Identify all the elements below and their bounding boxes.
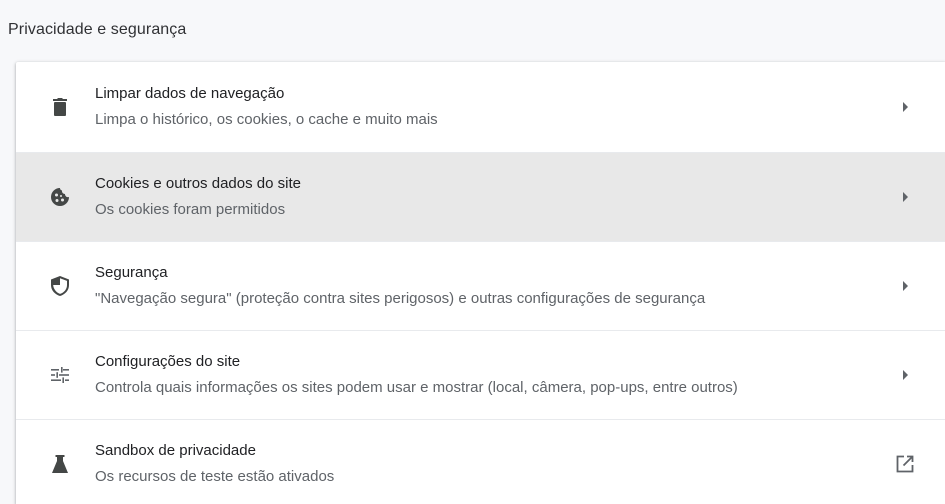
row-description: "Navegação segura" (proteção contra site… (95, 290, 706, 307)
tune-icon (50, 365, 70, 385)
row-description: Os cookies foram permitidos (95, 201, 286, 218)
row-privacy-sandbox[interactable]: Sandbox de privacidade Os recursos de te… (16, 419, 945, 504)
row-cookies-site-data[interactable]: Cookies e outros dados do site Os cookie… (16, 152, 945, 241)
row-description: Controla quais informações os sites pode… (95, 379, 738, 396)
row-label: Limpar dados de navegação (95, 85, 285, 102)
arrow-right-icon[interactable] (900, 101, 912, 113)
row-security[interactable]: Segurança "Navegação segura" (proteção c… (16, 241, 945, 330)
row-label: Cookies e outros dados do site (95, 175, 301, 192)
row-site-settings[interactable]: Configurações do site Controla quais inf… (16, 330, 945, 419)
privacy-settings-card: Limpar dados de navegação Limpa o histór… (16, 62, 945, 504)
cookie-icon (50, 187, 70, 207)
arrow-right-icon[interactable] (900, 191, 912, 203)
section-title: Privacidade e segurança (8, 21, 187, 38)
arrow-right-icon[interactable] (900, 369, 912, 381)
trash-icon (50, 97, 70, 117)
row-label: Sandbox de privacidade (95, 442, 256, 459)
shield-icon (50, 276, 70, 296)
row-clear-browsing-data[interactable]: Limpar dados de navegação Limpa o histór… (16, 62, 945, 152)
row-label: Segurança (95, 264, 168, 281)
flask-icon (50, 454, 70, 474)
row-description: Limpa o histórico, os cookies, o cache e… (95, 111, 438, 128)
row-description: Os recursos de teste estão ativados (95, 468, 335, 485)
row-label: Configurações do site (95, 353, 241, 370)
arrow-right-icon[interactable] (900, 280, 912, 292)
open-in-new-icon[interactable] (894, 453, 916, 475)
